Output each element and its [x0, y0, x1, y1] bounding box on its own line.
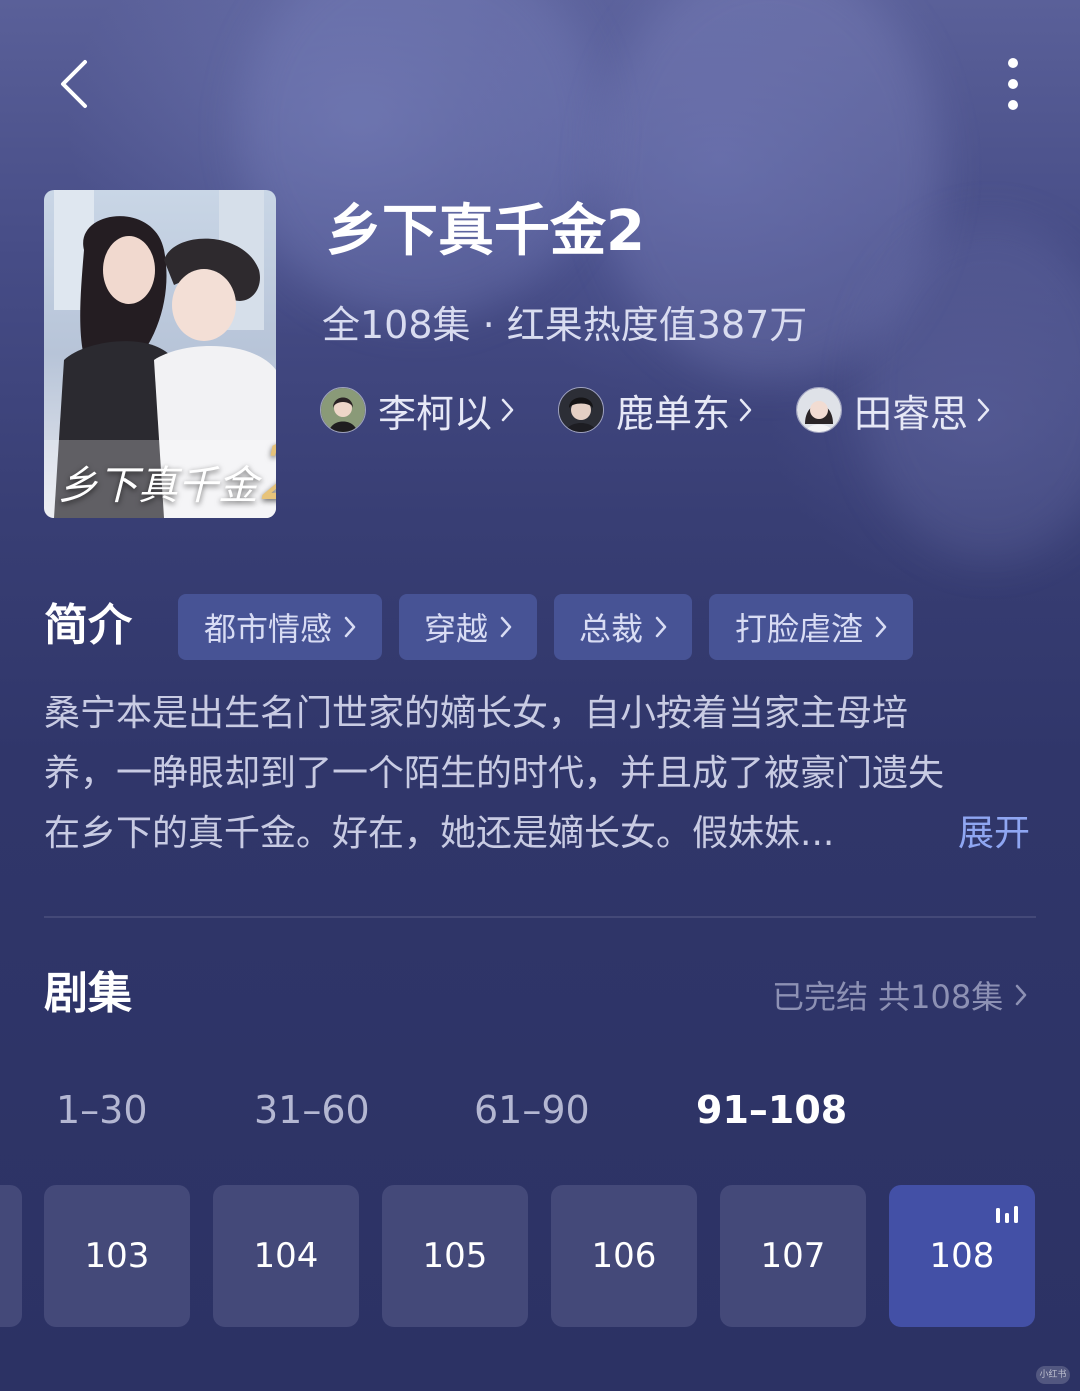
range-tab[interactable]: 1–30 — [56, 1084, 148, 1136]
range-tab[interactable]: 31–60 — [254, 1084, 370, 1136]
playing-icon — [996, 1206, 1018, 1223]
range-tab-active[interactable]: 91–108 — [696, 1084, 847, 1136]
chevron-right-icon — [875, 616, 887, 638]
chevron-right-icon — [977, 398, 990, 422]
watermark-badge: 小红书 — [1036, 1366, 1070, 1384]
cast-member[interactable]: 田睿思 — [796, 384, 990, 436]
chevron-right-icon — [501, 398, 514, 422]
expand-button[interactable]: 展开 — [958, 804, 1030, 864]
avatar — [320, 387, 366, 433]
cast-member[interactable]: 李柯以 — [320, 384, 514, 436]
synopsis-line: 在乡下的真千金。好在，她还是嫡长女。假妹妹... — [44, 813, 835, 854]
synopsis-line: 养，一睁眼却到了一个陌生的时代，并且成了被豪门遗失 — [44, 753, 945, 794]
tag-button[interactable]: 总裁 — [554, 594, 692, 660]
episode-number: 108 — [929, 1236, 995, 1276]
episode-button[interactable]: 107 — [720, 1185, 866, 1327]
range-tab[interactable]: 61–90 — [474, 1084, 590, 1136]
poster-title-text: 乡下真千金 — [58, 463, 258, 509]
episode-number: 103 — [84, 1236, 150, 1276]
poster-title: 乡下真千金2 — [58, 428, 276, 518]
episodes-status-link[interactable]: 已完结 共108集 — [772, 970, 1027, 1020]
chevron-left-icon — [61, 60, 87, 108]
episodes-title: 剧集 — [44, 968, 132, 1019]
more-vertical-icon — [1008, 58, 1018, 110]
cast-name: 鹿单东 — [616, 391, 731, 436]
drama-title: 乡下真千金2 — [326, 199, 645, 264]
tag-label: 穿越 — [423, 610, 488, 648]
chevron-right-icon — [655, 616, 667, 638]
episode-button[interactable]: 104 — [213, 1185, 359, 1327]
tag-label: 总裁 — [578, 610, 643, 648]
episode-button[interactable]: 105 — [382, 1185, 528, 1327]
intro-title: 简介 — [44, 600, 132, 651]
tag-button[interactable]: 穿越 — [399, 594, 537, 660]
tag-label: 都市情感 — [203, 610, 332, 648]
cast-name: 田睿思 — [854, 391, 969, 436]
cast-member[interactable]: 鹿单东 — [558, 384, 752, 436]
chevron-right-icon — [739, 398, 752, 422]
episode-number: 104 — [253, 1236, 319, 1276]
episode-button-current[interactable]: 108 — [889, 1185, 1035, 1327]
episode-button-partial[interactable] — [0, 1185, 22, 1327]
tag-button[interactable]: 都市情感 — [178, 594, 382, 660]
chevron-right-icon — [1016, 984, 1027, 1006]
episodes-status: 已完结 共108集 — [772, 978, 1004, 1016]
divider — [44, 916, 1036, 918]
synopsis-line: 桑宁本是出生名门世家的嫡长女，自小按着当家主母培 — [44, 693, 909, 734]
synopsis-text: 桑宁本是出生名门世家的嫡长女，自小按着当家主母培 养，一睁眼却到了一个陌生的时代… — [44, 684, 1044, 864]
tag-button[interactable]: 打脸虐渣 — [709, 594, 913, 660]
episode-number: 107 — [760, 1236, 826, 1276]
poster-title-number: 2 — [262, 428, 276, 518]
chevron-right-icon — [344, 616, 356, 638]
episode-number: 106 — [591, 1236, 657, 1276]
avatar — [558, 387, 604, 433]
drama-meta: 全108集 · 红果热度值387万 — [322, 303, 808, 347]
episode-button[interactable]: 103 — [44, 1185, 190, 1327]
episode-number: 105 — [422, 1236, 488, 1276]
episode-button[interactable]: 106 — [551, 1185, 697, 1327]
more-button[interactable] — [988, 52, 1038, 116]
back-button[interactable] — [44, 52, 104, 116]
cast-name: 李柯以 — [378, 391, 493, 436]
tag-label: 打脸虐渣 — [734, 610, 863, 648]
poster-image[interactable]: 乡下真千金2 — [44, 190, 276, 518]
chevron-right-icon — [500, 616, 512, 638]
avatar — [796, 387, 842, 433]
